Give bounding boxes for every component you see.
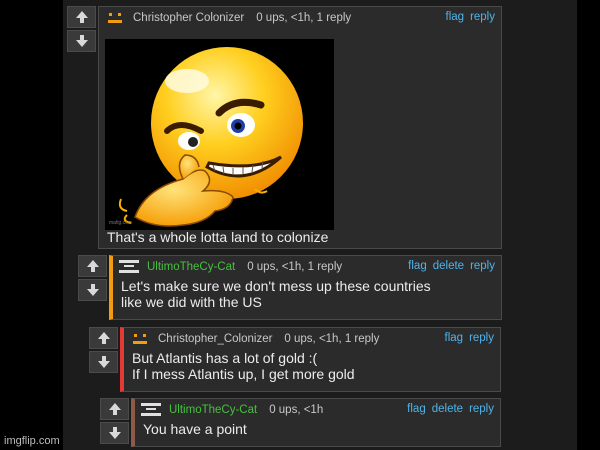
- comment-meta: 0 ups, <1h, 1 reply: [256, 12, 352, 24]
- comment-meta: 0 ups, <1h, 1 reply: [284, 333, 380, 345]
- username[interactable]: Christopher Colonizer: [133, 12, 244, 24]
- comment-meta: 0 ups, <1h: [269, 404, 324, 416]
- imgflip-watermark: imgflip.com: [4, 435, 60, 447]
- reply-link[interactable]: reply: [470, 260, 495, 272]
- comment-actions: flag delete reply: [408, 260, 495, 272]
- upvote-button[interactable]: [67, 6, 96, 28]
- arrow-up-icon: [86, 260, 99, 272]
- arrow-up-icon: [75, 11, 88, 23]
- comment-text: You have a point: [143, 421, 247, 437]
- comment-4: UltimoTheCy-Cat 0 ups, <1h flag delete r…: [100, 398, 501, 447]
- arrow-down-icon: [108, 427, 121, 439]
- flag-link[interactable]: flag: [408, 260, 427, 272]
- downvote-button[interactable]: [78, 279, 107, 301]
- arrow-down-icon: [75, 35, 88, 47]
- arrow-down-icon: [97, 356, 110, 368]
- meme-image[interactable]: mafig.com: [105, 39, 334, 230]
- comment-3: Christopher_Colonizer 0 ups, <1h, 1 repl…: [89, 327, 501, 392]
- comment-text: Let's make sure we don't mess up these c…: [121, 278, 431, 310]
- avatar[interactable]: [141, 402, 163, 418]
- username[interactable]: UltimoTheCy-Cat: [169, 404, 257, 416]
- reply-link[interactable]: reply: [469, 332, 494, 344]
- comment-text: But Atlantis has a lot of gold :( If I m…: [132, 350, 355, 382]
- delete-link[interactable]: delete: [433, 260, 464, 272]
- arrow-up-icon: [97, 332, 110, 344]
- username[interactable]: Christopher_Colonizer: [158, 333, 272, 345]
- comment-box: Christopher_Colonizer 0 ups, <1h, 1 repl…: [120, 327, 501, 392]
- comment-actions: flag reply: [445, 332, 494, 344]
- reply-link[interactable]: reply: [469, 403, 494, 415]
- flag-link[interactable]: flag: [407, 403, 426, 415]
- vote-controls: [67, 6, 97, 249]
- comment-header: Christopher Colonizer 0 ups, <1h, 1 repl…: [99, 7, 501, 29]
- vote-controls: [100, 398, 130, 447]
- reply-link[interactable]: reply: [470, 11, 495, 23]
- username[interactable]: UltimoTheCy-Cat: [147, 261, 235, 273]
- flag-link[interactable]: flag: [446, 11, 465, 23]
- comment-box: UltimoTheCy-Cat 0 ups, <1h, 1 reply flag…: [109, 255, 502, 320]
- avatar[interactable]: [119, 259, 141, 275]
- comment-2: UltimoTheCy-Cat 0 ups, <1h, 1 reply flag…: [78, 255, 502, 320]
- vote-controls: [89, 327, 119, 392]
- avatar[interactable]: [105, 10, 127, 26]
- image-source-tag: mafig.com: [109, 220, 133, 226]
- avatar[interactable]: [130, 331, 152, 347]
- comment-actions: flag reply: [446, 11, 495, 23]
- comment-meta: 0 ups, <1h, 1 reply: [247, 261, 343, 273]
- upvote-button[interactable]: [89, 327, 118, 349]
- downvote-button[interactable]: [89, 351, 118, 373]
- upvote-button[interactable]: [100, 398, 129, 420]
- smirking-emoji-image: [118, 47, 303, 227]
- downvote-button[interactable]: [67, 30, 96, 52]
- arrow-down-icon: [86, 284, 99, 296]
- downvote-button[interactable]: [100, 422, 129, 444]
- comment-1: Christopher Colonizer 0 ups, <1h, 1 repl…: [67, 6, 502, 249]
- arrow-up-icon: [108, 403, 121, 415]
- upvote-button[interactable]: [78, 255, 107, 277]
- comment-text: That's a whole lotta land to colonize: [107, 229, 329, 245]
- delete-link[interactable]: delete: [432, 403, 463, 415]
- comment-box: UltimoTheCy-Cat 0 ups, <1h flag delete r…: [131, 398, 501, 447]
- comment-box: Christopher Colonizer 0 ups, <1h, 1 repl…: [98, 6, 502, 249]
- flag-link[interactable]: flag: [445, 332, 464, 344]
- vote-controls: [78, 255, 108, 320]
- comment-actions: flag delete reply: [407, 403, 494, 415]
